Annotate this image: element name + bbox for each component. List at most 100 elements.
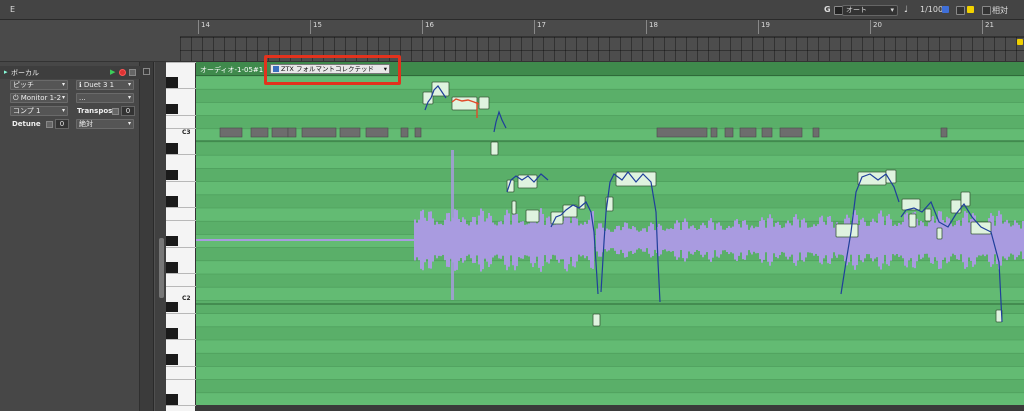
piano-keyboard[interactable]: C3 C2 — [166, 62, 196, 411]
mode-select[interactable]: オート ▾ — [842, 5, 898, 16]
piano-black-key[interactable] — [166, 235, 178, 247]
piano-white-key[interactable] — [166, 207, 196, 209]
track-header[interactable]: ▸ ボーカル ▶ — [0, 66, 140, 79]
waveform-bar — [821, 215, 823, 265]
piano-black-key[interactable] — [166, 77, 178, 88]
note-segment-block — [779, 127, 803, 138]
waveform-bar — [498, 221, 500, 259]
absolute-select[interactable]: 絶対 ▾ — [76, 119, 134, 129]
waveform-bar — [926, 226, 928, 254]
detune-value[interactable]: 0 — [55, 119, 69, 129]
waveform-bar — [610, 231, 612, 249]
waveform-bar — [755, 226, 757, 254]
chevron-down-icon: ▾ — [127, 94, 131, 101]
piano-black-key[interactable] — [166, 301, 178, 313]
waveform-bar — [664, 230, 666, 250]
chevron-down-icon: ▾ — [127, 120, 131, 127]
piano-white-key[interactable] — [166, 128, 196, 129]
waveform-bar — [854, 210, 856, 270]
pitch-edit-area[interactable] — [196, 62, 1024, 411]
track-option-button[interactable] — [129, 69, 136, 76]
waveform-bar — [720, 225, 722, 255]
waveform-bar — [504, 215, 506, 265]
piano-white-key[interactable] — [166, 365, 196, 367]
piano-black-key[interactable] — [166, 143, 178, 154]
piano-white-key[interactable] — [166, 154, 196, 156]
bar-number: 20 — [873, 21, 882, 29]
playhead-marker-icon[interactable] — [1017, 39, 1023, 45]
piano-white-key[interactable] — [166, 312, 196, 314]
comp-row: コンプ 1 ▾ Transpose 0 — [0, 105, 140, 118]
piano-white-key[interactable] — [166, 220, 196, 222]
pitch-lane — [196, 366, 1024, 380]
expand-icon[interactable]: ▸ — [4, 68, 8, 76]
vertical-scrollbar[interactable] — [155, 62, 166, 411]
checkbox-icon[interactable] — [956, 6, 965, 15]
transpose-value[interactable]: 0 — [121, 106, 135, 116]
yellow-marker-icon[interactable] — [967, 6, 974, 13]
waveform-bar — [777, 221, 779, 259]
piano-white-key[interactable] — [166, 378, 196, 380]
piano-black-key[interactable] — [166, 354, 178, 365]
zoom-button[interactable] — [143, 68, 150, 75]
detune-label: Detune — [12, 120, 41, 128]
vertical-scroll-lane[interactable] — [140, 62, 154, 411]
piano-black-key[interactable] — [166, 328, 178, 339]
waveform-bar — [580, 223, 582, 257]
waveform-bar — [932, 216, 934, 264]
waveform-bar — [612, 231, 614, 249]
monitor-select-value: Monitor 1-2 — [20, 94, 62, 102]
waveform-silence — [196, 239, 414, 241]
piano-white-key[interactable] — [166, 180, 196, 182]
waveform-bar — [674, 223, 676, 257]
waveform-bar — [650, 222, 652, 258]
pitch-lane — [196, 274, 1024, 288]
blue-marker-icon[interactable] — [942, 6, 949, 13]
waveform-bar — [520, 221, 522, 259]
piano-white-key[interactable] — [166, 286, 196, 288]
vertical-scroll-thumb[interactable] — [159, 238, 164, 298]
piano-white-key[interactable] — [166, 62, 196, 63]
comp-select[interactable]: コンプ 1 ▾ — [10, 106, 68, 116]
piano-black-key[interactable] — [166, 262, 178, 273]
ruler-left-pad — [0, 36, 180, 62]
waveform-bar — [586, 223, 588, 257]
piano-white-key[interactable] — [166, 273, 196, 275]
waveform-bar — [730, 227, 732, 253]
preset-select[interactable]: ℹ Duet 3 1 ▾ — [76, 80, 134, 90]
pitch-lane — [196, 287, 1024, 301]
piano-white-key[interactable] — [166, 88, 196, 90]
piano-white-key[interactable] — [166, 246, 196, 248]
horizontal-scrollbar[interactable] — [196, 405, 1024, 411]
waveform-bar — [480, 208, 482, 272]
pitch-edit-canvas[interactable] — [196, 62, 1024, 411]
play-icon[interactable]: ▶ — [110, 68, 115, 76]
note-segment-block — [219, 127, 243, 138]
send-select[interactable]: ... ▾ — [76, 93, 134, 103]
waveform-bar — [670, 228, 672, 252]
waveform-bar — [753, 228, 755, 252]
waveform-bar — [442, 225, 444, 255]
note-blob — [924, 208, 932, 222]
pitch-lane — [196, 326, 1024, 340]
piano-white-key[interactable] — [166, 405, 196, 407]
note-segment-block — [271, 127, 289, 138]
waveform-bar — [757, 226, 759, 254]
waveform-bar — [1002, 223, 1004, 257]
transpose-toggle[interactable] — [112, 108, 119, 115]
relative-checkbox[interactable] — [982, 6, 991, 15]
piano-black-key[interactable] — [166, 394, 178, 405]
piano-black-key[interactable] — [166, 196, 178, 207]
piano-white-key[interactable] — [166, 339, 196, 341]
pitch-select[interactable]: ピッチ ▾ — [10, 80, 68, 90]
waveform-bar — [474, 217, 476, 263]
monitor-select[interactable]: ⏻ Monitor 1-2 ▾ — [10, 93, 68, 103]
record-button[interactable] — [119, 69, 126, 76]
waveform-bar — [432, 218, 434, 262]
piano-white-key[interactable] — [166, 114, 196, 116]
waveform-bar — [636, 230, 638, 250]
detune-toggle[interactable] — [46, 121, 53, 128]
piano-black-key[interactable] — [166, 169, 178, 181]
waveform-bar — [470, 221, 472, 259]
piano-black-key[interactable] — [166, 103, 178, 115]
